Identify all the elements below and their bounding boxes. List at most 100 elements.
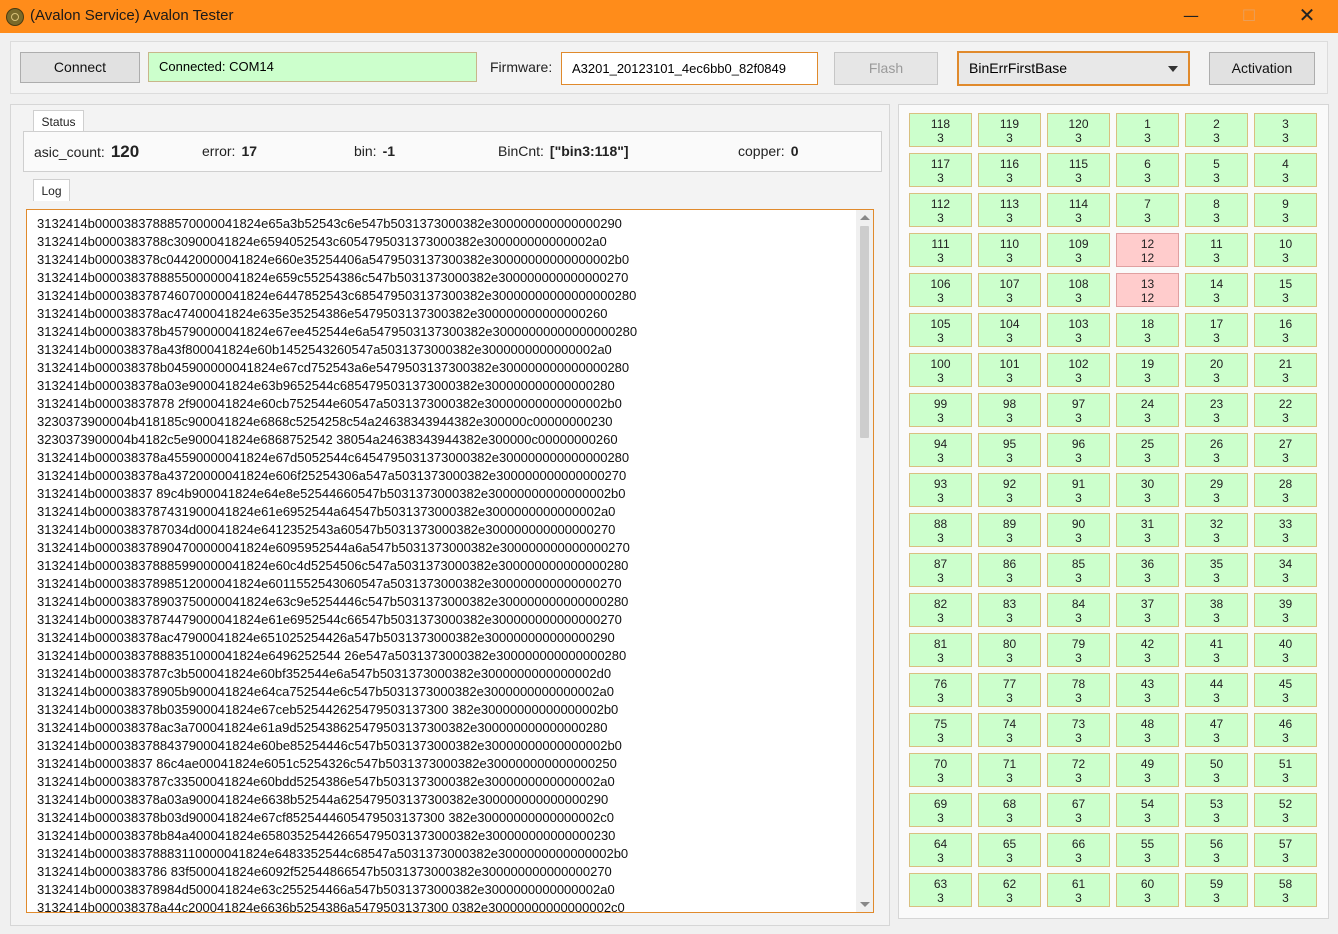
asic-cell[interactable]: 33 bbox=[1254, 113, 1317, 147]
asic-cell[interactable]: 22 3 bbox=[1254, 393, 1317, 427]
asic-cell[interactable]: 104 3 bbox=[978, 313, 1041, 347]
asic-cell[interactable]: 43 bbox=[1254, 153, 1317, 187]
asic-cell[interactable]: 75 3 bbox=[909, 713, 972, 747]
asic-cell[interactable]: 45 3 bbox=[1254, 673, 1317, 707]
asic-cell[interactable]: 102 3 bbox=[1047, 353, 1110, 387]
asic-cell[interactable]: 94 3 bbox=[909, 433, 972, 467]
asic-cell[interactable]: 97 3 bbox=[1047, 393, 1110, 427]
asic-cell[interactable]: 38 3 bbox=[1185, 593, 1248, 627]
asic-cell[interactable]: 101 3 bbox=[978, 353, 1041, 387]
asic-cell[interactable]: 57 3 bbox=[1254, 833, 1317, 867]
asic-cell[interactable]: 54 3 bbox=[1116, 793, 1179, 827]
asic-cell[interactable]: 10 3 bbox=[1254, 233, 1317, 267]
asic-cell[interactable]: 81 3 bbox=[909, 633, 972, 667]
asic-cell[interactable]: 63 bbox=[1116, 153, 1179, 187]
asic-cell[interactable]: 30 3 bbox=[1116, 473, 1179, 507]
asic-cell[interactable]: 114 3 bbox=[1047, 193, 1110, 227]
asic-cell[interactable]: 118 3 bbox=[909, 113, 972, 147]
asic-cell[interactable]: 95 3 bbox=[978, 433, 1041, 467]
asic-cell[interactable]: 40 3 bbox=[1254, 633, 1317, 667]
asic-cell[interactable]: 39 3 bbox=[1254, 593, 1317, 627]
asic-cell[interactable]: 25 3 bbox=[1116, 433, 1179, 467]
asic-cell[interactable]: 37 3 bbox=[1116, 593, 1179, 627]
asic-cell[interactable]: 42 3 bbox=[1116, 633, 1179, 667]
asic-cell[interactable]: 48 3 bbox=[1116, 713, 1179, 747]
tab-status[interactable]: Status bbox=[33, 110, 84, 132]
asic-cell[interactable]: 116 3 bbox=[978, 153, 1041, 187]
asic-cell[interactable]: 113 3 bbox=[978, 193, 1041, 227]
asic-cell[interactable]: 83 bbox=[1185, 193, 1248, 227]
asic-cell[interactable]: 62 3 bbox=[978, 873, 1041, 907]
asic-cell[interactable]: 43 3 bbox=[1116, 673, 1179, 707]
asic-cell[interactable]: 108 3 bbox=[1047, 273, 1110, 307]
asic-cell[interactable]: 77 3 bbox=[978, 673, 1041, 707]
asic-cell[interactable]: 24 3 bbox=[1116, 393, 1179, 427]
asic-cell[interactable]: 33 3 bbox=[1254, 513, 1317, 547]
asic-cell[interactable]: 28 3 bbox=[1254, 473, 1317, 507]
asic-cell[interactable]: 93 bbox=[1254, 193, 1317, 227]
asic-cell[interactable]: 107 3 bbox=[978, 273, 1041, 307]
asic-cell[interactable]: 17 3 bbox=[1185, 313, 1248, 347]
asic-cell[interactable]: 74 3 bbox=[978, 713, 1041, 747]
mode-select[interactable]: BinErrFirstBase bbox=[957, 51, 1190, 86]
asic-cell[interactable]: 61 3 bbox=[1047, 873, 1110, 907]
asic-cell[interactable]: 44 3 bbox=[1185, 673, 1248, 707]
asic-cell[interactable]: 109 3 bbox=[1047, 233, 1110, 267]
asic-cell[interactable]: 41 3 bbox=[1185, 633, 1248, 667]
connect-button[interactable]: Connect bbox=[20, 52, 140, 83]
asic-cell[interactable]: 64 3 bbox=[909, 833, 972, 867]
asic-cell[interactable]: 29 3 bbox=[1185, 473, 1248, 507]
asic-cell[interactable]: 111 3 bbox=[909, 233, 972, 267]
asic-cell[interactable]: 47 3 bbox=[1185, 713, 1248, 747]
asic-cell[interactable]: 32 3 bbox=[1185, 513, 1248, 547]
asic-cell[interactable]: 92 3 bbox=[978, 473, 1041, 507]
asic-cell[interactable]: 13 12 bbox=[1116, 273, 1179, 307]
asic-cell[interactable]: 56 3 bbox=[1185, 833, 1248, 867]
asic-cell[interactable]: 84 3 bbox=[1047, 593, 1110, 627]
asic-cell[interactable]: 66 3 bbox=[1047, 833, 1110, 867]
asic-cell[interactable]: 11 3 bbox=[1185, 233, 1248, 267]
asic-cell[interactable]: 36 3 bbox=[1116, 553, 1179, 587]
asic-cell[interactable]: 93 3 bbox=[909, 473, 972, 507]
asic-cell[interactable]: 20 3 bbox=[1185, 353, 1248, 387]
asic-cell[interactable]: 23 3 bbox=[1185, 393, 1248, 427]
tab-log[interactable]: Log bbox=[33, 179, 70, 201]
asic-cell[interactable]: 16 3 bbox=[1254, 313, 1317, 347]
asic-cell[interactable]: 79 3 bbox=[1047, 633, 1110, 667]
asic-cell[interactable]: 27 3 bbox=[1254, 433, 1317, 467]
asic-cell[interactable]: 98 3 bbox=[978, 393, 1041, 427]
asic-cell[interactable]: 110 3 bbox=[978, 233, 1041, 267]
asic-cell[interactable]: 105 3 bbox=[909, 313, 972, 347]
asic-cell[interactable]: 52 3 bbox=[1254, 793, 1317, 827]
asic-cell[interactable]: 90 3 bbox=[1047, 513, 1110, 547]
asic-cell[interactable]: 112 3 bbox=[909, 193, 972, 227]
asic-cell[interactable]: 53 bbox=[1185, 153, 1248, 187]
asic-cell[interactable]: 99 3 bbox=[909, 393, 972, 427]
asic-cell[interactable]: 58 3 bbox=[1254, 873, 1317, 907]
maximize-button[interactable]: ☐ bbox=[1226, 0, 1272, 33]
asic-cell[interactable]: 49 3 bbox=[1116, 753, 1179, 787]
asic-cell[interactable]: 60 3 bbox=[1116, 873, 1179, 907]
asic-cell[interactable]: 15 3 bbox=[1254, 273, 1317, 307]
asic-cell[interactable]: 23 bbox=[1185, 113, 1248, 147]
asic-cell[interactable]: 87 3 bbox=[909, 553, 972, 587]
asic-cell[interactable]: 69 3 bbox=[909, 793, 972, 827]
asic-cell[interactable]: 13 bbox=[1116, 113, 1179, 147]
asic-cell[interactable]: 103 3 bbox=[1047, 313, 1110, 347]
asic-cell[interactable]: 26 3 bbox=[1185, 433, 1248, 467]
asic-cell[interactable]: 76 3 bbox=[909, 673, 972, 707]
asic-cell[interactable]: 59 3 bbox=[1185, 873, 1248, 907]
asic-cell[interactable]: 31 3 bbox=[1116, 513, 1179, 547]
close-button[interactable]: ✕ bbox=[1284, 0, 1330, 33]
asic-cell[interactable]: 46 3 bbox=[1254, 713, 1317, 747]
asic-cell[interactable]: 117 3 bbox=[909, 153, 972, 187]
asic-cell[interactable]: 89 3 bbox=[978, 513, 1041, 547]
asic-cell[interactable]: 55 3 bbox=[1116, 833, 1179, 867]
asic-cell[interactable]: 12 12 bbox=[1116, 233, 1179, 267]
scroll-thumb[interactable] bbox=[860, 226, 869, 438]
asic-cell[interactable]: 19 3 bbox=[1116, 353, 1179, 387]
asic-cell[interactable]: 63 3 bbox=[909, 873, 972, 907]
asic-cell[interactable]: 91 3 bbox=[1047, 473, 1110, 507]
scroll-down-icon[interactable] bbox=[860, 902, 870, 907]
asic-cell[interactable]: 78 3 bbox=[1047, 673, 1110, 707]
